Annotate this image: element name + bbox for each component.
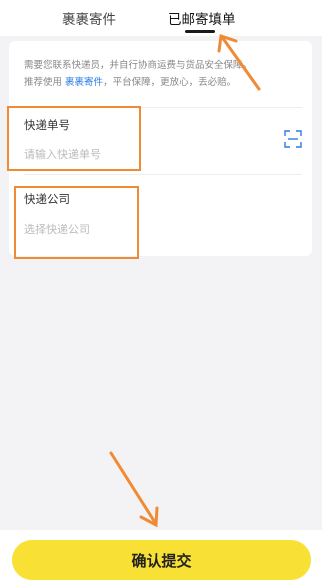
- confirm-submit-button[interactable]: 确认提交: [12, 540, 311, 580]
- annotation-arrows: [109, 34, 261, 528]
- button-arrow: [109, 451, 159, 528]
- tab-arrow: [217, 34, 261, 91]
